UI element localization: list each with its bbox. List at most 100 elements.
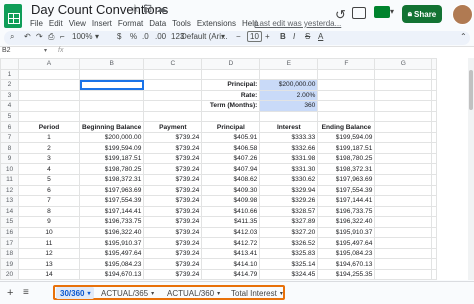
cell-c11[interactable]: $739.24 — [144, 175, 202, 186]
row-header[interactable]: 12 — [1, 185, 19, 196]
cell-f9[interactable]: $198,780.25 — [318, 153, 375, 164]
cell-f10[interactable]: $198,372.31 — [318, 164, 375, 175]
cell-blank[interactable] — [432, 101, 437, 112]
cell-b4[interactable] — [80, 101, 144, 112]
cell-f18[interactable]: $195,084.23 — [318, 248, 375, 259]
chevron-down-icon[interactable]: ▾ — [390, 7, 394, 16]
cell-d20[interactable]: $414.79 — [202, 269, 260, 280]
cell-b14[interactable]: $197,144.41 — [80, 206, 144, 217]
cell-a3[interactable] — [19, 90, 80, 101]
column-header-f[interactable]: F — [318, 59, 375, 70]
strikethrough-button[interactable]: S — [305, 32, 310, 41]
cell-f17[interactable]: $195,497.64 — [318, 238, 375, 249]
cell-blank[interactable] — [432, 132, 437, 143]
cell-blank[interactable] — [432, 153, 437, 164]
font-size-decrease-icon[interactable]: − — [236, 32, 241, 41]
decrease-decimal-button[interactable]: .0 — [142, 32, 149, 41]
cell-e18[interactable]: $325.83 — [260, 248, 318, 259]
chevron-down-icon[interactable]: ▾ — [151, 290, 154, 297]
cell-a14[interactable]: 8 — [19, 206, 80, 217]
cell-b9[interactable]: $199,187.51 — [80, 153, 144, 164]
cell-c6[interactable]: Payment — [144, 122, 202, 133]
cell-d8[interactable]: $406.58 — [202, 143, 260, 154]
cell-blank[interactable] — [432, 122, 437, 133]
row-header[interactable]: 11 — [1, 175, 19, 186]
comment-icon[interactable] — [352, 7, 366, 19]
cell-d1[interactable] — [202, 69, 260, 80]
row-header[interactable]: 2 — [1, 80, 19, 91]
cell-c17[interactable]: $739.24 — [144, 238, 202, 249]
cell-a9[interactable]: 3 — [19, 153, 80, 164]
italic-button[interactable]: I — [293, 32, 295, 41]
cell-a20[interactable]: 14 — [19, 269, 80, 280]
menu-tools[interactable]: Tools — [172, 19, 191, 28]
font-size-input[interactable]: 10 — [247, 31, 262, 42]
cell-g3[interactable] — [375, 90, 432, 101]
cell-e20[interactable]: $324.45 — [260, 269, 318, 280]
cell-c19[interactable]: $739.24 — [144, 259, 202, 270]
cell-d11[interactable]: $408.62 — [202, 175, 260, 186]
cell-d14[interactable]: $410.66 — [202, 206, 260, 217]
cell-b19[interactable]: $195,084.23 — [80, 259, 144, 270]
cell-a16[interactable]: 10 — [19, 227, 80, 238]
cell-c18[interactable]: $739.24 — [144, 248, 202, 259]
redo-icon[interactable]: ↷ — [36, 32, 43, 41]
row-header[interactable]: 6 — [1, 122, 19, 133]
cell-g20[interactable] — [375, 269, 432, 280]
column-header-d[interactable]: D — [202, 59, 260, 70]
menu-format[interactable]: Format — [118, 19, 143, 28]
cell-e7[interactable]: $333.33 — [260, 132, 318, 143]
bold-button[interactable]: B — [280, 32, 286, 41]
tab-actual-365[interactable]: ACTUAL/365▾ — [97, 287, 158, 299]
cell-b6[interactable]: Beginning Balance — [80, 122, 144, 133]
cell-e3[interactable]: 2.00% — [260, 90, 318, 101]
cell-f1[interactable] — [318, 69, 375, 80]
cell-a1[interactable] — [19, 69, 80, 80]
move-icon[interactable]: ⊡ — [143, 2, 152, 15]
cell-e8[interactable]: $332.66 — [260, 143, 318, 154]
row-header[interactable]: 15 — [1, 217, 19, 228]
cell-e15[interactable]: $327.89 — [260, 217, 318, 228]
cell-f19[interactable]: $194,670.13 — [318, 259, 375, 270]
cell-a15[interactable]: 9 — [19, 217, 80, 228]
cell-e4[interactable]: 360 — [260, 101, 318, 112]
row-header[interactable]: 20 — [1, 269, 19, 280]
row-header[interactable]: 1 — [1, 69, 19, 80]
cell-e5[interactable] — [260, 111, 318, 122]
select-all-corner[interactable] — [1, 59, 19, 70]
cell-c9[interactable]: $739.24 — [144, 153, 202, 164]
name-box[interactable]: B2 — [2, 47, 11, 54]
cell-blank[interactable] — [432, 259, 437, 270]
cell-blank[interactable] — [432, 238, 437, 249]
cell-c16[interactable]: $739.24 — [144, 227, 202, 238]
cell-g2[interactable] — [375, 80, 432, 91]
column-header-a[interactable]: A — [19, 59, 80, 70]
cell-blank[interactable] — [432, 269, 437, 280]
cell-e13[interactable]: $329.26 — [260, 196, 318, 207]
cell-d17[interactable]: $412.72 — [202, 238, 260, 249]
cloud-icon[interactable]: ☁ — [156, 2, 167, 15]
paint-format-icon[interactable]: ⌐ — [60, 32, 65, 41]
last-edit-link[interactable]: Last edit was yesterda... — [255, 19, 341, 28]
cell-f2[interactable] — [318, 80, 375, 91]
cell-g4[interactable] — [375, 101, 432, 112]
chevron-down-icon[interactable]: ▾ — [217, 290, 220, 297]
cell-c1[interactable] — [144, 69, 202, 80]
cell-blank[interactable] — [432, 143, 437, 154]
meet-icon[interactable] — [374, 6, 390, 18]
share-button[interactable]: 🔒︎Share — [402, 5, 442, 23]
cell-c14[interactable]: $739.24 — [144, 206, 202, 217]
cell-f12[interactable]: $197,554.39 — [318, 185, 375, 196]
cell-c4[interactable] — [144, 101, 202, 112]
cell-e6[interactable]: Interest — [260, 122, 318, 133]
cell-f7[interactable]: $199,594.09 — [318, 132, 375, 143]
column-header-e[interactable]: E — [260, 59, 318, 70]
currency-format-button[interactable]: $ — [117, 32, 121, 41]
cell-a2[interactable] — [19, 80, 80, 91]
cell-e2[interactable]: $200,000.00 — [260, 80, 318, 91]
cell-blank[interactable] — [432, 196, 437, 207]
cell-a7[interactable]: 1 — [19, 132, 80, 143]
cell-b11[interactable]: $198,372.31 — [80, 175, 144, 186]
cell-b8[interactable]: $199,594.09 — [80, 143, 144, 154]
cell-b18[interactable]: $195,497.64 — [80, 248, 144, 259]
